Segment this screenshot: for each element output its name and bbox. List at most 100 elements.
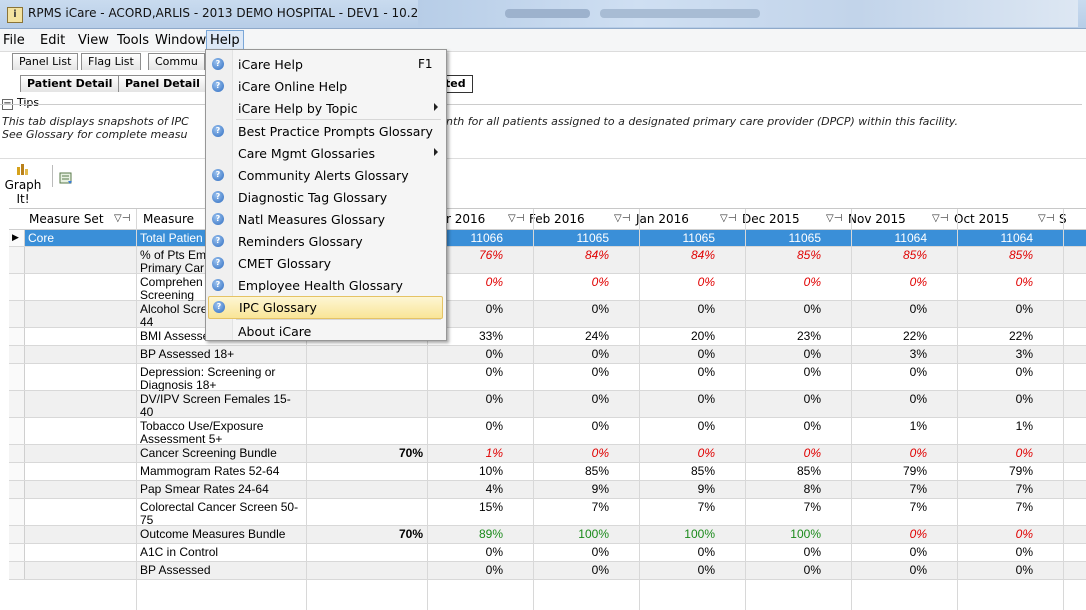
- row-header[interactable]: [9, 526, 25, 543]
- table-row[interactable]: Cancer Screening Bundle 70% 1% 0% 0% 0% 0% 0%: [9, 445, 1086, 463]
- filter-pin-icon[interactable]: ▽⊣: [932, 213, 948, 224]
- table-row[interactable]: Alcohol Scre 44 0% 0% 0% 0% 0% 0%: [9, 301, 1086, 329]
- menu-item-icare-help-by-topic[interactable]: iCare Help by Topic: [208, 98, 443, 119]
- app-icon: i: [7, 7, 23, 23]
- measure-cell: BP Assessed 18+: [140, 347, 235, 361]
- menu-tools[interactable]: Tools: [115, 32, 151, 49]
- menu-item-reminders-glossary[interactable]: ? Reminders Glossary: [208, 231, 443, 252]
- row-header[interactable]: [9, 544, 25, 561]
- row-header[interactable]: [9, 328, 25, 345]
- table-row[interactable]: Mammogram Rates 52-64 10% 85% 85% 85% 79% 79%: [9, 463, 1086, 481]
- col-oct-2015[interactable]: Oct 2015: [954, 212, 1009, 226]
- table-row[interactable]: BMI Assessed 2-74 33% 24% 20% 23% 22% 22%: [9, 328, 1086, 346]
- tips-header[interactable]: − Tips: [2, 96, 39, 110]
- menu-item-icare-help[interactable]: ? iCare Help F1: [208, 54, 443, 75]
- menu-item-ipc-glossary[interactable]: ? IPC Glossary: [208, 296, 443, 319]
- col-dec-2015[interactable]: Dec 2015: [742, 212, 800, 226]
- value-cell: 0%: [697, 545, 715, 559]
- value-cell: 0%: [803, 365, 821, 379]
- value-cell: 24%: [584, 329, 609, 343]
- row-header[interactable]: [9, 301, 25, 327]
- tab-flag-list[interactable]: Flag List: [81, 53, 141, 70]
- value-cell: 0%: [1015, 392, 1033, 406]
- tab-patient-detail[interactable]: Patient Detail: [20, 75, 120, 92]
- menu-item-label: Care Mgmt Glossaries: [238, 146, 375, 161]
- tips-text-line1a: This tab displays snapshots of IPC: [2, 115, 189, 128]
- menu-item-best-practice-prompts-glossary[interactable]: ? Best Practice Prompts Glossary: [208, 121, 443, 142]
- col-feb-2016[interactable]: Feb 2016: [529, 212, 585, 226]
- table-row[interactable]: ▶ Core Total Patien 11066 11065 11065 11065 110…: [9, 230, 1086, 247]
- tips-divider: [0, 104, 1082, 105]
- menu-item-employee-health-glossary[interactable]: ? Employee Health Glossary: [208, 275, 443, 296]
- value-cell: 85%: [902, 248, 927, 262]
- help-icon: ?: [212, 235, 224, 247]
- col-mar-2016[interactable]: r 2016: [446, 212, 485, 226]
- tab-panel-list[interactable]: Panel List: [12, 53, 79, 70]
- row-header[interactable]: [9, 391, 25, 417]
- menu-item-natl-measures-glossary[interactable]: ? Natl Measures Glossary: [208, 209, 443, 230]
- table-row[interactable]: DV/IPV Screen Females 15- 40 0% 0% 0% 0% 0% 0%: [9, 391, 1086, 419]
- value-cell: 0%: [909, 527, 927, 541]
- grid-column-line: [1063, 209, 1064, 610]
- export-icon[interactable]: [59, 171, 73, 185]
- value-cell: 0%: [1015, 545, 1033, 559]
- menu-help[interactable]: Help: [206, 30, 244, 51]
- menu-item-label: Employee Health Glossary: [238, 278, 403, 293]
- graph-it-button[interactable]: Graph It!: [2, 163, 44, 206]
- tab-community[interactable]: Commu: [148, 53, 205, 70]
- table-row[interactable]: A1C in Control 0% 0% 0% 0% 0% 0%: [9, 544, 1086, 562]
- col-measure[interactable]: Measure: [143, 212, 194, 226]
- menu-bar: File Edit View Tools Window Help: [0, 29, 1086, 52]
- row-header[interactable]: ▶: [9, 230, 25, 246]
- row-header[interactable]: [9, 247, 25, 273]
- table-row[interactable]: Tobacco Use/Exposure Assessment 5+ 0% 0% 0%…: [9, 418, 1086, 446]
- menu-item-diagnostic-tag-glossary[interactable]: ? Diagnostic Tag Glossary: [208, 187, 443, 208]
- row-header[interactable]: [9, 364, 25, 390]
- filter-pin-icon[interactable]: ▽⊣: [114, 213, 130, 224]
- col-nov-2015[interactable]: Nov 2015: [848, 212, 906, 226]
- row-header[interactable]: [9, 346, 25, 363]
- menu-item-icare-online-help[interactable]: ? iCare Online Help: [208, 76, 443, 97]
- help-icon: ?: [212, 125, 224, 137]
- col-jan-2016[interactable]: Jan 2016: [636, 212, 689, 226]
- filter-pin-icon[interactable]: ▽⊣: [826, 213, 842, 224]
- menu-item-about-icare[interactable]: About iCare: [208, 321, 443, 342]
- table-row[interactable]: Colorectal Cancer Screen 50- 75 15% 7% 7% 7%…: [9, 499, 1086, 527]
- row-header[interactable]: [9, 481, 25, 498]
- table-row[interactable]: % of Pts Em Primary Car 76% 84% 84% 85% 85% 85…: [9, 247, 1086, 275]
- measure-cell: Depression: Screening or Diagnosis 18+: [140, 365, 276, 392]
- table-row[interactable]: Outcome Measures Bundle 70% 89% 100% 100% 100…: [9, 526, 1086, 544]
- filter-pin-icon[interactable]: ▽⊣: [614, 213, 630, 224]
- value-cell: 0%: [909, 302, 927, 316]
- menu-file[interactable]: File: [1, 32, 27, 49]
- filter-pin-icon[interactable]: ▽⊣: [508, 213, 524, 224]
- tab-panel-detail[interactable]: Panel Detail: [118, 75, 207, 92]
- value-cell: 100%: [578, 527, 609, 541]
- menu-item-community-alerts-glossary[interactable]: ? Community Alerts Glossary: [208, 165, 443, 186]
- value-cell: 0%: [591, 302, 609, 316]
- row-header[interactable]: [9, 463, 25, 480]
- value-cell: 7%: [909, 482, 927, 496]
- table-row[interactable]: Pap Smear Rates 24-64 4% 9% 9% 8% 7% 7%: [9, 481, 1086, 499]
- title-bar: i RPMS iCare - ACORD,ARLIS - 2013 DEMO H…: [0, 0, 1086, 29]
- menu-view[interactable]: View: [76, 32, 111, 49]
- filter-pin-icon[interactable]: ▽⊣: [1038, 213, 1054, 224]
- row-header[interactable]: [9, 418, 25, 444]
- row-header[interactable]: [9, 445, 25, 462]
- value-cell: 0%: [909, 545, 927, 559]
- menu-window[interactable]: Window: [153, 32, 208, 49]
- col-measure-set[interactable]: Measure Set: [29, 212, 104, 226]
- table-row[interactable]: Depression: Screening or Diagnosis 18+ 0%…: [9, 364, 1086, 392]
- row-header[interactable]: [9, 274, 25, 300]
- filter-pin-icon[interactable]: ▽⊣: [720, 213, 736, 224]
- row-header[interactable]: [9, 562, 25, 579]
- row-header[interactable]: [9, 499, 25, 525]
- table-row[interactable]: BP Assessed 18+ 0% 0% 0% 0% 3% 3%: [9, 346, 1086, 364]
- menu-item-cmet-glossary[interactable]: ? CMET Glossary: [208, 253, 443, 274]
- table-row[interactable]: Comprehen Screening 0% 0% 0% 0% 0% 0%: [9, 274, 1086, 302]
- menu-item-care-mgmt-glossaries[interactable]: Care Mgmt Glossaries: [208, 143, 443, 164]
- value-cell: 79%: [1008, 464, 1033, 478]
- help-menu-dropdown: ? iCare Help F1? iCare Online Help iCare Hel…: [205, 49, 447, 341]
- table-row[interactable]: BP Assessed 0% 0% 0% 0% 0% 0%: [9, 562, 1086, 580]
- menu-edit[interactable]: Edit: [38, 32, 67, 49]
